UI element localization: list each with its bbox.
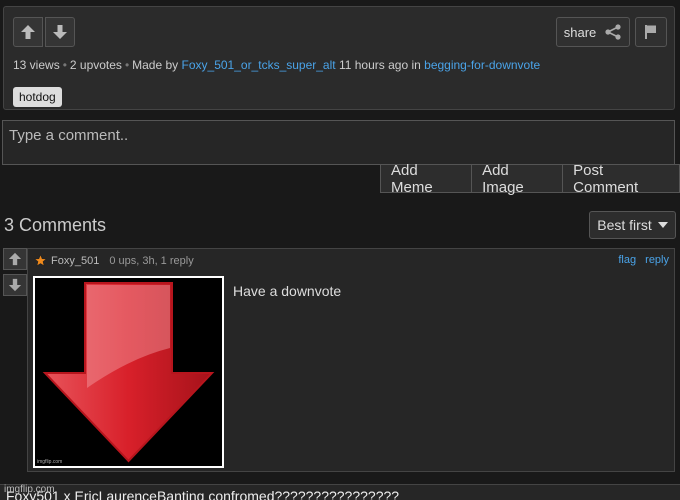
comment-text: Have a downvote (233, 283, 342, 299)
share-icon (605, 24, 621, 40)
comment-input[interactable]: Type a comment.. (2, 120, 675, 165)
post-time: 11 hours ago in (338, 58, 421, 72)
flag-icon (645, 25, 656, 39)
tag-hotdog[interactable]: hotdog (13, 87, 62, 107)
caret-down-icon (657, 222, 668, 228)
comment-meme-image[interactable]: imgflip.com (33, 276, 224, 468)
downvote-arrow-icon (8, 278, 22, 292)
image-watermark: imgflip.com (37, 459, 63, 465)
post-comment-button[interactable]: Post Comment (563, 162, 680, 196)
comment-item: Foxy_501 0 ups, 3h, 1 reply flag reply i… (27, 248, 675, 472)
flag-button[interactable] (635, 17, 667, 47)
post-panel: share 13 views • 2 upvotes • Made by Foxy_50… (3, 6, 675, 110)
upvote-button[interactable] (13, 17, 43, 47)
next-comment-text: Foxy501 x EricLaurenceBanting confromed?… (6, 488, 400, 500)
comment-stats: 0 ups, 3h, 1 reply (109, 254, 194, 267)
add-meme-button[interactable]: Add Meme (380, 162, 473, 196)
comment-buttons: Add Meme Add Image Post Comment (380, 162, 680, 196)
made-by-label: Made by (132, 58, 179, 72)
star-icon (34, 254, 47, 267)
comment-upvote-button[interactable] (3, 248, 27, 270)
share-button[interactable]: share (556, 17, 630, 47)
comment-username[interactable]: Foxy_501 (51, 255, 99, 267)
author-link[interactable]: Foxy_501_or_tcks_super_alt (182, 58, 336, 72)
comments-count: 3 Comments (4, 215, 107, 235)
upvote-arrow-icon (21, 25, 35, 39)
sort-label: Best first (597, 217, 652, 233)
upvote-arrow-icon (8, 252, 22, 266)
add-image-button[interactable]: Add Image (472, 162, 564, 196)
comment-actions: flag reply (612, 254, 669, 266)
comment-downvote-button[interactable] (3, 274, 27, 296)
post-meta: 13 views • 2 upvotes • Made by Foxy_501_or_t… (13, 58, 541, 72)
views-count: 13 views (13, 58, 60, 72)
next-comment-watermark: imgflip.com (4, 484, 55, 495)
red-down-arrow-icon (42, 282, 215, 463)
stream-link[interactable]: begging-for-downvote (424, 58, 540, 72)
share-label: share (563, 24, 597, 40)
reply-link[interactable]: reply (645, 254, 669, 266)
upvotes-count: 2 upvotes (69, 58, 122, 72)
downvote-arrow-icon (53, 25, 67, 39)
comment-header: Foxy_501 0 ups, 3h, 1 reply (34, 254, 194, 267)
flag-link[interactable]: flag (618, 254, 636, 266)
downvote-button[interactable] (45, 17, 75, 47)
sort-select[interactable]: Best first (589, 211, 676, 239)
